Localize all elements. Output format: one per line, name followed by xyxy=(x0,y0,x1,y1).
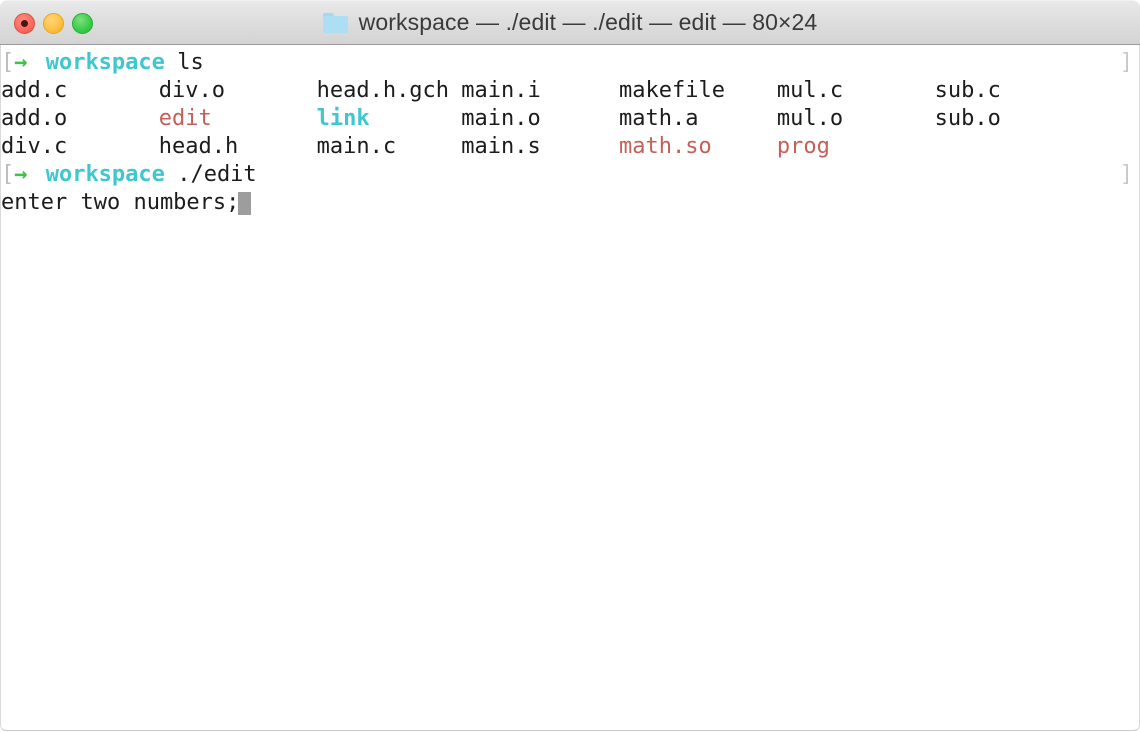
file-entry: mul.c xyxy=(776,78,844,103)
file-entry: add.o xyxy=(1,106,68,131)
prompt-arrow-icon: → xyxy=(14,50,28,75)
prompt-arrow-icon: → xyxy=(14,162,28,187)
prompt-open-bracket: [ xyxy=(1,162,15,187)
file-entry: mul.o xyxy=(776,106,844,131)
file-entry: link xyxy=(316,106,370,131)
file-entry: div.o xyxy=(158,78,226,103)
window-controls xyxy=(14,1,93,46)
prompt-close-bracket: ] xyxy=(1119,162,1133,187)
prompt-host-label: workspace xyxy=(45,162,165,187)
terminal-prompt-line: [→ workspace ls] xyxy=(1,49,1139,77)
file-entry: add.c xyxy=(1,78,68,103)
prompt-open-bracket: [ xyxy=(1,50,15,75)
terminal-command: ./edit xyxy=(177,162,257,187)
file-entry: main.c xyxy=(316,134,397,159)
file-entry: prog xyxy=(776,134,830,159)
text-cursor xyxy=(237,192,251,215)
file-entry: main.i xyxy=(461,78,541,103)
program-output-text: enter two numbers; xyxy=(1,190,240,215)
file-entry: sub.c xyxy=(934,78,1001,103)
prompt-host-label: workspace xyxy=(45,50,165,75)
terminal-screen[interactable]: [→ workspace ls] add.c div.o head.h.gch main.i… xyxy=(1,49,1139,217)
terminal-window: workspace — ./edit — ./edit — edit — 80×… xyxy=(0,0,1140,732)
terminal-command: ls xyxy=(177,50,204,75)
folder-icon xyxy=(322,12,348,33)
title-bar[interactable]: workspace — ./edit — ./edit — edit — 80×… xyxy=(0,0,1140,45)
file-entry: div.c xyxy=(1,134,68,159)
zoom-button[interactable] xyxy=(72,13,93,34)
file-entry: main.s xyxy=(461,134,541,159)
close-button[interactable] xyxy=(14,13,35,34)
terminal-output-line: add.c div.o head.h.gch main.i makefile mul.c s… xyxy=(1,77,1139,105)
terminal-output-line: add.o edit link main.o math.a mul.o sub.o xyxy=(1,105,1139,133)
file-entry: edit xyxy=(158,106,212,131)
file-entry: math.so xyxy=(619,134,712,159)
terminal-output-line: div.c head.h main.c main.s math.so prog xyxy=(1,133,1139,161)
terminal-output-line: enter two numbers; xyxy=(1,189,1139,217)
terminal-prompt-line: [→ workspace ./edit] xyxy=(1,161,1139,189)
file-entry: makefile xyxy=(619,78,726,103)
file-entry: head.h xyxy=(158,134,239,159)
file-entry: main.o xyxy=(461,106,541,131)
prompt-close-bracket: ] xyxy=(1119,50,1133,75)
title-wrap: workspace — ./edit — ./edit — edit — 80×… xyxy=(322,9,818,36)
file-entry: head.h.gch xyxy=(316,78,450,103)
file-entry: math.a xyxy=(619,106,699,131)
terminal-body[interactable]: [→ workspace ls] add.c div.o head.h.gch main.i… xyxy=(0,45,1140,731)
window-title: workspace — ./edit — ./edit — edit — 80×… xyxy=(358,9,818,35)
file-entry: sub.o xyxy=(934,106,1001,131)
minimize-button[interactable] xyxy=(43,13,64,34)
